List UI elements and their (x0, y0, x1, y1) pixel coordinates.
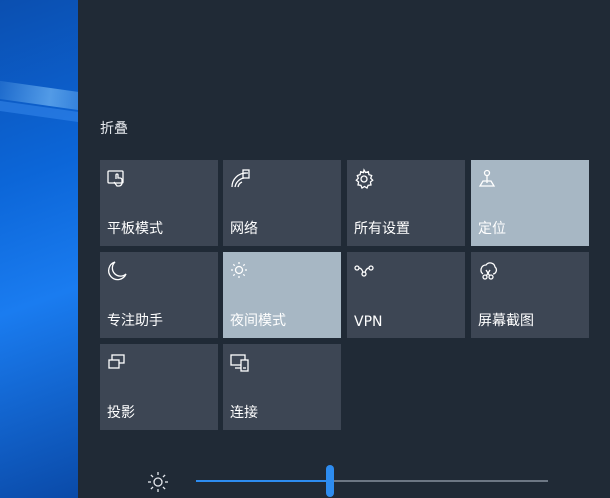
brightness-slider[interactable] (196, 465, 548, 497)
tile-vpn[interactable]: VPN (347, 252, 465, 338)
tile-tablet-mode[interactable]: 平板模式 (100, 160, 218, 246)
tile-connect[interactable]: 连接 (223, 344, 341, 430)
tablet-mode-icon (106, 168, 128, 190)
night-light-icon (229, 260, 251, 282)
moon-icon (106, 260, 128, 282)
tile-network[interactable]: 网络 (223, 160, 341, 246)
gear-icon (353, 168, 375, 190)
brightness-slider-fill (196, 480, 330, 482)
tile-label: 定位 (478, 221, 506, 237)
tile-screen-snip[interactable]: 屏幕截图 (471, 252, 589, 338)
tile-label: 投影 (107, 405, 135, 421)
project-icon (106, 352, 128, 374)
tile-label: 夜间模式 (230, 313, 286, 329)
brightness-slider-thumb[interactable] (326, 465, 334, 497)
tile-all-settings[interactable]: 所有设置 (347, 160, 465, 246)
tile-focus-assist[interactable]: 专注助手 (100, 252, 218, 338)
tile-label: 平板模式 (107, 221, 163, 237)
tile-label: 屏幕截图 (478, 313, 534, 329)
tile-label: 网络 (230, 221, 258, 237)
location-icon (477, 168, 499, 190)
tile-project[interactable]: 投影 (100, 344, 218, 430)
vpn-icon (353, 260, 375, 282)
tile-night-light[interactable]: 夜间模式 (223, 252, 341, 338)
desktop-background (0, 0, 78, 498)
action-center-panel: 折叠 平板模式 网络 所有设置 定位 专注助手 夜间模式 VPN 屏幕截图 投影… (78, 0, 610, 498)
tile-label: VPN (354, 314, 383, 330)
network-icon (229, 168, 251, 190)
collapse-link[interactable]: 折叠 (100, 118, 128, 138)
tile-label: 连接 (230, 405, 258, 421)
connect-icon (229, 352, 251, 374)
screen-snip-icon (477, 260, 499, 282)
brightness-icon (146, 470, 170, 494)
tile-label: 所有设置 (354, 221, 410, 237)
tile-label: 专注助手 (107, 313, 163, 329)
tile-location[interactable]: 定位 (471, 160, 589, 246)
